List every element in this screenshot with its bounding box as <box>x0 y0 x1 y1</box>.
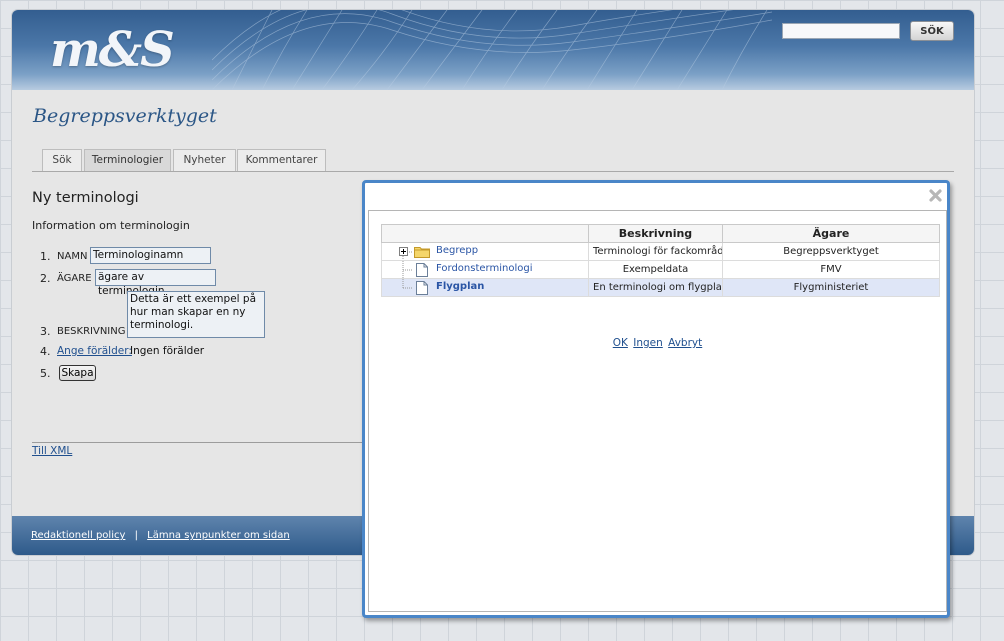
footer-separator: | <box>134 530 138 541</box>
name-field[interactable]: Terminologinamn <box>90 247 211 264</box>
tree-item-label[interactable]: Begrepp <box>436 245 478 256</box>
field-number: 5. <box>40 367 51 380</box>
tab-nyheter[interactable]: Nyheter <box>173 149 236 171</box>
owner-cell: FMV <box>722 260 940 279</box>
tab-divider <box>32 171 954 172</box>
field-number: 1. <box>40 250 51 263</box>
folder-icon <box>414 247 430 258</box>
editorial-policy-link[interactable]: Redaktionell policy <box>31 530 125 541</box>
cancel-link[interactable]: Avbryt <box>668 337 702 349</box>
form-info-text: Information om terminologin <box>32 219 190 232</box>
field-number: 2. <box>40 272 51 285</box>
site-header: m&S SÖK <box>12 10 974 90</box>
to-xml-link[interactable]: Till XML <box>32 445 72 457</box>
content-divider <box>32 442 372 443</box>
dialog-actions: OK Ingen Avbryt <box>369 337 946 349</box>
dialog-content: Beskrivning Ägare Begrepp Terminologi fö… <box>368 210 947 612</box>
tree-item-label[interactable]: Flygplan <box>436 281 484 292</box>
description-cell: En terminologi om flygplan <box>588 278 723 297</box>
description-label: BESKRIVNING <box>57 326 126 337</box>
feedback-link[interactable]: Lämna synpunkter om sidan <box>147 530 290 541</box>
close-icon[interactable] <box>928 188 943 203</box>
field-number: 4. <box>40 345 51 358</box>
owner-field[interactable]: ägare av terminologin. <box>95 269 216 297</box>
ok-link[interactable]: OK <box>613 337 628 349</box>
parent-picker-dialog: Beskrivning Ägare Begrepp Terminologi fö… <box>362 180 950 618</box>
tree-cell: Flygplan <box>381 278 589 297</box>
expand-icon[interactable] <box>399 247 408 256</box>
terminology-tree-table: Beskrivning Ägare Begrepp Terminologi fö… <box>381 224 940 297</box>
description-cell: Exempeldata <box>588 260 723 279</box>
column-header-name <box>381 224 589 243</box>
create-button[interactable]: Skapa <box>59 365 96 381</box>
description-cell: Terminologi för fackområde <box>588 242 723 261</box>
field-number: 3. <box>40 325 51 338</box>
owner-cell: Flygministeriet <box>722 278 940 297</box>
none-link[interactable]: Ingen <box>633 337 663 349</box>
description-field[interactable]: Detta är ett exempel på hur man skapar e… <box>127 291 265 338</box>
parent-value: Ingen förälder <box>130 345 205 357</box>
document-icon <box>416 263 428 277</box>
owner-label: ÄGARE <box>57 273 92 284</box>
owner-cell: Begreppsverktyget <box>722 242 940 261</box>
footer-links: Redaktionell policy | Lämna synpunkter o… <box>31 530 290 541</box>
tab-kommentarer[interactable]: Kommentarer <box>237 149 326 171</box>
search-button[interactable]: SÖK <box>910 21 954 41</box>
page-title: Begreppsverktyget <box>33 105 217 127</box>
column-header-owner[interactable]: Ägare <box>722 224 940 243</box>
name-label: NAMN <box>57 251 88 262</box>
column-header-description[interactable]: Beskrivning <box>588 224 723 243</box>
decorative-mesh-graphic <box>212 10 772 90</box>
tab-sok[interactable]: Sök <box>42 149 82 171</box>
table-row[interactable]: Begrepp Terminologi för fackområde Begre… <box>381 242 940 261</box>
search-input[interactable] <box>782 23 900 39</box>
tab-terminologier[interactable]: Terminologier <box>84 149 171 171</box>
table-row[interactable]: Flygplan En terminologi om flygplan Flyg… <box>381 278 940 297</box>
tree-item-label[interactable]: Fordonsterminologi <box>436 263 532 274</box>
table-header-row: Beskrivning Ägare <box>381 224 940 243</box>
set-parent-link[interactable]: Ange förälder: <box>57 345 132 357</box>
document-icon <box>416 281 428 295</box>
form-title: Ny terminologi <box>32 190 139 206</box>
tree-cell: Fordonsterminologi <box>381 260 589 279</box>
table-row[interactable]: Fordonsterminologi Exempeldata FMV <box>381 260 940 279</box>
site-logo[interactable]: m&S <box>50 22 175 78</box>
tree-cell: Begrepp <box>381 242 589 261</box>
